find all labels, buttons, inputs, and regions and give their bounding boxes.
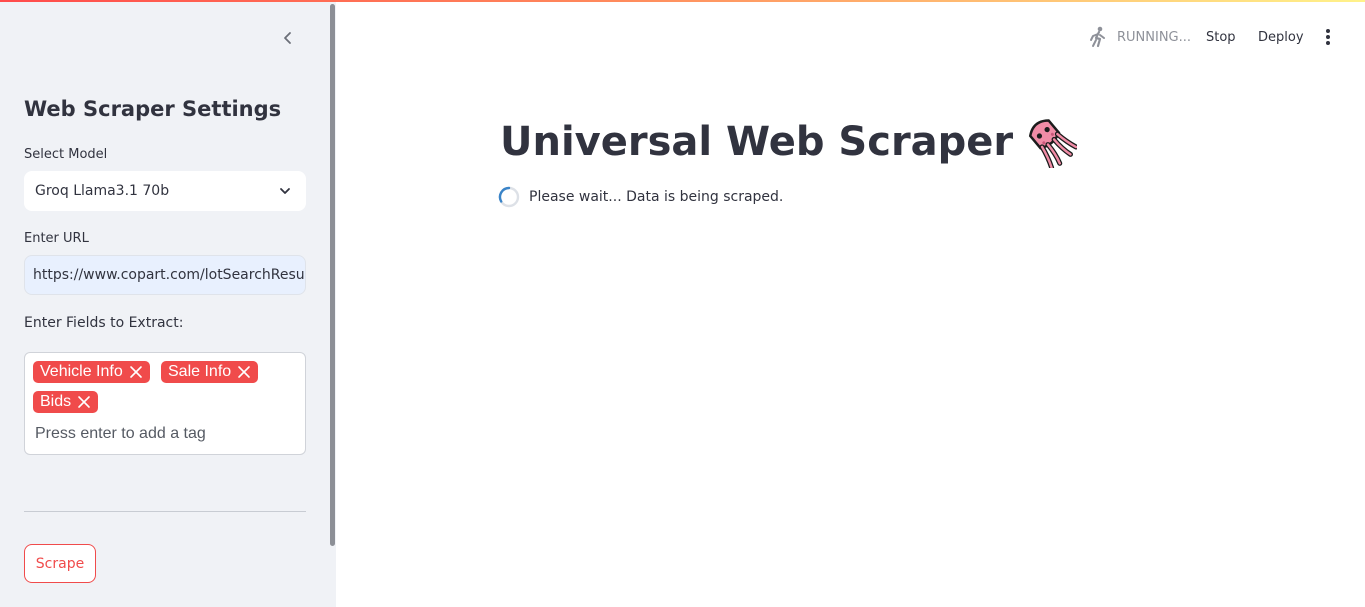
url-label: Enter URL (24, 231, 89, 246)
model-select[interactable]: Groq Llama3.1 70b (24, 171, 306, 211)
page-title: Universal Web Scraper (500, 116, 1078, 168)
running-man-icon (1090, 26, 1105, 48)
sidebar-scrollbar[interactable] (330, 4, 335, 546)
model-select-value: Groq Llama3.1 70b (35, 183, 170, 199)
more-vertical-icon (1326, 29, 1330, 45)
close-icon[interactable] (77, 395, 91, 409)
scrape-button[interactable]: Scrape (24, 544, 96, 583)
main-menu-button[interactable] (1320, 26, 1336, 48)
sidebar-divider (24, 511, 306, 512)
scraping-status-text: Please wait... Data is being scraped. (529, 189, 784, 205)
running-label: RUNNING... (1117, 29, 1192, 45)
tag-label: Sale Info (168, 363, 232, 380)
deploy-button[interactable]: Deploy (1258, 26, 1304, 48)
fields-label: Enter Fields to Extract: (24, 315, 184, 331)
tag-label: Bids (40, 393, 72, 410)
spinner-icon (498, 186, 520, 208)
running-status[interactable]: RUNNING... (1088, 26, 1191, 48)
squid-icon (1029, 119, 1078, 168)
collapse-sidebar-button[interactable] (276, 26, 300, 50)
sidebar-title: Web Scraper Settings (24, 97, 282, 121)
url-input[interactable]: https://www.copart.com/lotSearchResu (24, 255, 306, 295)
tag-bids: Bids (33, 391, 99, 413)
model-label: Select Model (24, 147, 108, 162)
tag-vehicle-info: Vehicle Info (33, 361, 150, 383)
tag-sale-info: Sale Info (161, 361, 259, 383)
page-title-text: Universal Web Scraper (500, 119, 1014, 165)
close-icon[interactable] (129, 365, 143, 379)
fields-tag-input[interactable]: Vehicle Info Sale Info Bids Press enter … (24, 352, 306, 455)
stop-button[interactable]: Stop (1206, 26, 1236, 48)
close-icon[interactable] (237, 365, 251, 379)
chevron-left-icon (284, 32, 291, 44)
tag-entry-placeholder[interactable]: Press enter to add a tag (35, 425, 206, 443)
chevron-down-icon (280, 188, 290, 194)
tag-label: Vehicle Info (40, 363, 123, 380)
scraping-status: Please wait... Data is being scraped. (498, 186, 783, 208)
top-decoration-bar (0, 0, 1365, 2)
sidebar: Web Scraper Settings Select Model Groq L… (0, 0, 336, 607)
